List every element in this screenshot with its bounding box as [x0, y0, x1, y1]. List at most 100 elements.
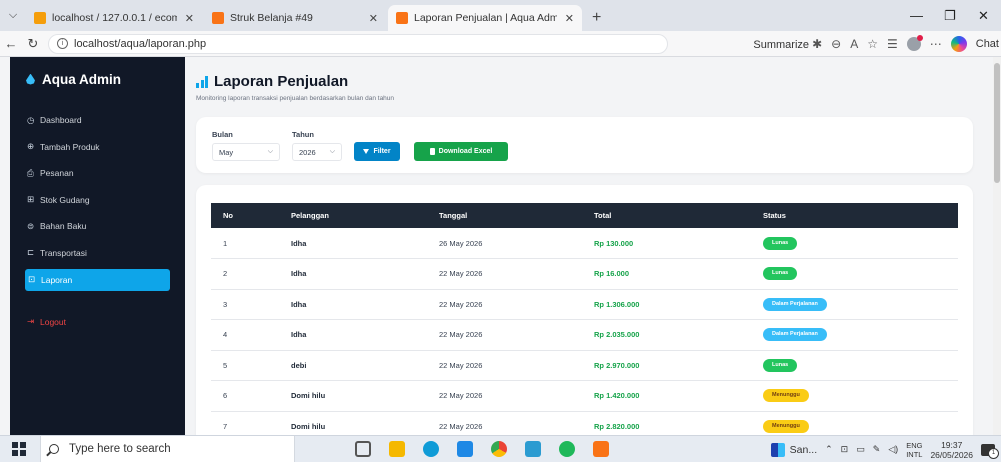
order-total: Rp 1.420.000 [582, 380, 751, 412]
row-number: 3 [211, 289, 279, 320]
whatsapp-icon[interactable] [559, 441, 575, 457]
browser-tab-phpmyadmin[interactable]: localhost / 127.0.0.1 / ecommerce ✕ [26, 5, 202, 31]
table-row: 3 Idha 22 May 2026 Rp 1.306.000 Dalam Pe… [211, 289, 958, 320]
reload-icon[interactable]: ↻ [22, 36, 44, 52]
sidebar-item-pesanan[interactable]: ⎙ Pesanan [25, 162, 170, 184]
task-view-icon[interactable] [355, 441, 371, 457]
read-aloud-icon[interactable]: A [850, 37, 858, 51]
status-cell: Menunggu [751, 380, 958, 412]
chat-button[interactable]: Chat [976, 38, 999, 50]
tab-close-icon[interactable]: ✕ [185, 12, 194, 25]
tab-close-icon[interactable]: ✕ [565, 12, 574, 25]
lang-top: ENG [906, 440, 923, 450]
page-scrollbar[interactable] [993, 57, 1001, 435]
page-favicon-icon [396, 12, 408, 24]
sidebar-item-label: Laporan [41, 274, 73, 285]
sales-table: No Pelanggan Tanggal Total Status 1 Idha… [211, 203, 958, 435]
status-badge: Menunggu [763, 419, 809, 433]
order-date: 22 May 2026 [427, 289, 582, 320]
year-select[interactable]: 2026 ⌵ [292, 143, 342, 161]
profile-avatar-icon[interactable] [906, 35, 923, 51]
site-info-icon[interactable]: i [57, 38, 68, 49]
volume-icon[interactable]: ◁) [888, 444, 898, 455]
app-icon[interactable] [593, 441, 609, 457]
month-label: Bulan [212, 130, 233, 139]
column-header-status: Status [751, 203, 958, 228]
app-viewport: Aqua Admin ◷ Dashboard ⊕ Tambah Produk ⎙… [0, 57, 1001, 435]
customer-name: Idha [279, 258, 427, 290]
tab-close-icon[interactable]: ✕ [369, 12, 378, 25]
status-cell: Dalam Perjalanan [751, 319, 958, 351]
favorites-list-icon[interactable]: ☰ [887, 37, 898, 51]
status-cell: Lunas [751, 350, 958, 381]
sidebar-item-label: Transportasi [40, 247, 87, 258]
weather-widget[interactable]: San... [770, 442, 818, 457]
sidebar-item-laporan[interactable]: ⊡ Laporan [25, 268, 170, 291]
sidebar-item-label: Stok Gudang [40, 194, 90, 205]
chrome-icon[interactable] [491, 441, 507, 457]
battery-icon[interactable]: ▭ [856, 444, 865, 455]
sidebar-item-label: Dashboard [40, 115, 82, 125]
system-tray: San... ⌃ ⊡ ▭ ✎ ◁) ENG INTL 19:37 26/05/2… [770, 436, 1001, 462]
clock[interactable]: 19:37 26/05/2026 [930, 440, 973, 460]
sidebar-menu: ◷ Dashboard ⊕ Tambah Produk ⎙ Pesanan ⊞ … [10, 109, 185, 333]
sales-table-card: No Pelanggan Tanggal Total Status 1 Idha… [196, 185, 973, 435]
filter-button[interactable]: Filter [354, 142, 400, 161]
summarize-button[interactable]: Summarize ✱ [753, 37, 822, 51]
scrollbar-thumb[interactable] [994, 63, 1000, 183]
sidebar-item-tambah-produk[interactable]: ⊕ Tambah Produk [25, 136, 170, 158]
copilot-icon[interactable] [950, 36, 967, 52]
xampp-icon[interactable] [525, 441, 541, 457]
weather-label: San... [789, 443, 818, 456]
taskbar-search-box[interactable]: Type here to search [40, 435, 295, 462]
clock-date: 26/05/2026 [930, 449, 973, 460]
restore-icon[interactable]: ❐ [944, 0, 956, 31]
order-date: 22 May 2026 [427, 380, 582, 412]
tab-list-chevron-icon[interactable]: ⌵ [0, 0, 26, 31]
window-close-icon[interactable]: ✕ [978, 0, 989, 31]
vscode-icon[interactable] [457, 441, 473, 457]
pen-icon[interactable]: ✎ [873, 444, 881, 455]
language-indicator[interactable]: ENG INTL [906, 441, 922, 459]
edge-browser-icon[interactable] [423, 441, 439, 457]
download-excel-button[interactable]: Download Excel [414, 142, 508, 161]
sidebar-item-transportasi[interactable]: ⊏ Transportasi [25, 242, 170, 264]
windows-start-icon[interactable] [12, 442, 26, 456]
order-date: 26 May 2026 [427, 228, 582, 259]
status-badge: Dalam Perjalanan [763, 328, 827, 342]
notification-icon[interactable] [981, 443, 999, 459]
windows-taskbar: Type here to search San... ⌃ ⊡ ▭ ✎ ◁) EN… [0, 435, 1001, 462]
favorite-star-icon[interactable]: ☆ [867, 37, 878, 51]
summarize-icon: ✱ [812, 37, 823, 51]
url-text: localhost/aqua/laporan.php [74, 37, 207, 50]
status-badge: Lunas [763, 358, 798, 372]
sidebar-item-logout[interactable]: ⇥ Logout [25, 311, 170, 333]
more-menu-icon[interactable]: ⋯ [930, 37, 942, 51]
address-toolbar: ← ↻ i localhost/aqua/laporan.php Summari… [0, 31, 1001, 57]
browser-tab-laporan[interactable]: Laporan Penjualan | Aqua Admin ✕ [388, 5, 582, 31]
browser-tab-struk[interactable]: Struk Belanja #49 ✕ [204, 5, 386, 31]
tray-chevron-up-icon[interactable]: ⌃ [825, 444, 833, 455]
sidebar-item-bahan-baku[interactable]: ⊜ Bahan Baku [25, 215, 170, 237]
order-total: Rp 2.035.000 [582, 319, 751, 351]
back-arrow-icon[interactable]: ← [0, 36, 22, 51]
minimize-icon[interactable]: — [910, 0, 923, 31]
network-icon[interactable]: ⊡ [841, 444, 849, 455]
plus-circle-icon: ⊕ [27, 141, 35, 152]
page-title-text: Laporan Penjualan [214, 73, 349, 90]
file-explorer-icon[interactable] [389, 441, 405, 457]
year-label: Tahun [292, 130, 314, 139]
sidebar-item-stok-gudang[interactable]: ⊞ Stok Gudang [25, 189, 170, 211]
warehouse-icon: ⊞ [27, 194, 35, 205]
new-tab-icon[interactable]: + [584, 5, 609, 31]
lang-bottom: INTL [906, 449, 923, 459]
column-header-tanggal: Tanggal [427, 203, 582, 228]
status-cell: Lunas [751, 258, 958, 290]
row-number: 2 [211, 258, 279, 290]
address-bar[interactable]: i localhost/aqua/laporan.php [48, 33, 668, 54]
month-select[interactable]: May ⌵ [212, 143, 280, 161]
zoom-icon[interactable]: ⊖ [831, 37, 841, 51]
sidebar-item-dashboard[interactable]: ◷ Dashboard [25, 109, 170, 131]
tab-title: Struk Belanja #49 [230, 12, 313, 24]
search-placeholder: Type here to search [69, 443, 171, 455]
